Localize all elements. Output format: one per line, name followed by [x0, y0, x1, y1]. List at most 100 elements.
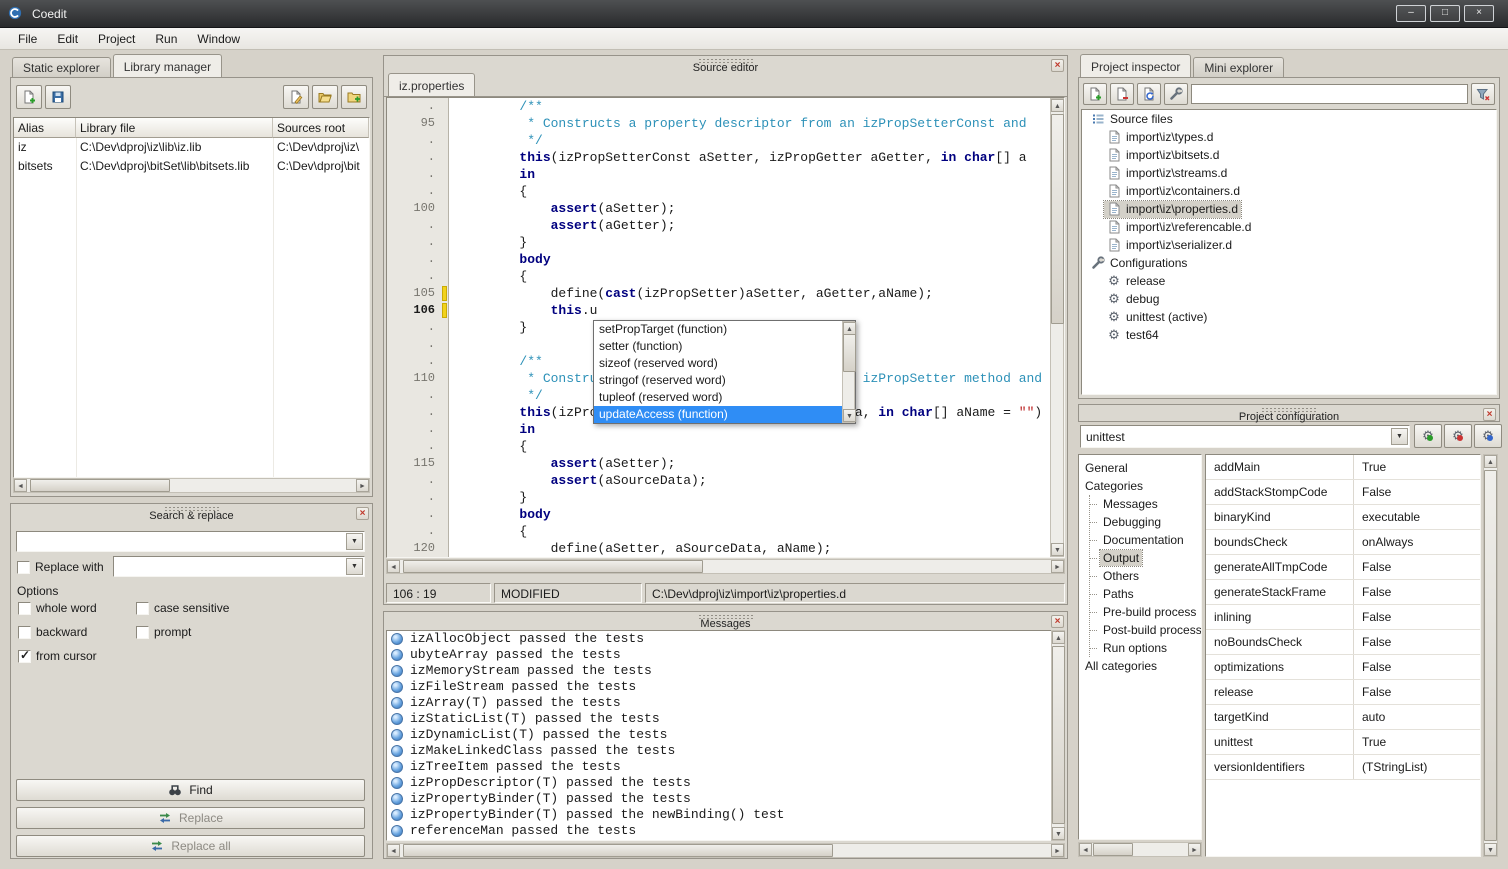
code-line[interactable]: . */	[387, 132, 1051, 149]
tree-item-import-iz-containers-d[interactable]: import\iz\containers.d	[1082, 182, 1496, 200]
category-paths[interactable]: Paths	[1090, 585, 1201, 603]
editor-vscrollbar[interactable]: ▲▼	[1050, 98, 1064, 557]
code-line[interactable]: 115 assert(aSetter);	[387, 455, 1051, 472]
property-value[interactable]: False	[1354, 480, 1480, 504]
left-tab-library-manager[interactable]: Library manager	[113, 54, 222, 77]
menu-project[interactable]: Project	[88, 29, 145, 49]
close-icon[interactable]: ×	[1051, 615, 1064, 628]
tree-item-configurations[interactable]: Configurations	[1082, 254, 1496, 272]
tree-item-import-iz-referencable-d[interactable]: import\iz\referencable.d	[1082, 218, 1496, 236]
checkbox-from-cursor[interactable]: ✓from cursor	[18, 648, 136, 664]
scroll-thumb[interactable]	[1484, 470, 1497, 841]
tab-iz-properties[interactable]: iz.properties	[388, 73, 475, 96]
gutter-cell[interactable]: .	[387, 217, 449, 234]
doc-add-button[interactable]	[16, 85, 42, 109]
property-row[interactable]: optimizationsFalse	[1206, 655, 1480, 680]
category-others[interactable]: Others	[1090, 567, 1201, 585]
code-line[interactable]: . }	[387, 234, 1051, 251]
gutter-cell[interactable]: .	[387, 438, 449, 455]
tree-item-source-files[interactable]: Source files	[1082, 110, 1496, 128]
code-line[interactable]: . body	[387, 506, 1051, 523]
property-row[interactable]: inliningFalse	[1206, 605, 1480, 630]
gutter-cell[interactable]: .	[387, 183, 449, 200]
gutter-cell[interactable]: 106	[387, 302, 449, 319]
right-tab-mini-explorer[interactable]: Mini explorer	[1193, 57, 1284, 77]
code-line[interactable]: . {	[387, 523, 1051, 540]
property-value[interactable]: (TStringList)	[1354, 755, 1480, 779]
replace-with-checkbox[interactable]: Replace with	[17, 559, 104, 575]
gutter-cell[interactable]: 115	[387, 455, 449, 472]
property-value[interactable]: False	[1354, 655, 1480, 679]
grid-vscrollbar[interactable]: ▲▼	[1483, 454, 1498, 857]
folder-add-button[interactable]	[341, 85, 367, 109]
scroll-thumb[interactable]	[843, 334, 856, 372]
wrench-button[interactable]	[1164, 83, 1188, 105]
close-icon[interactable]: ×	[1483, 408, 1496, 421]
scroll-down-icon[interactable]: ▼	[1051, 543, 1064, 556]
category-all-categories[interactable]: All categories	[1079, 657, 1201, 675]
property-row[interactable]: generateStackFrameFalse	[1206, 580, 1480, 605]
category-categories[interactable]: Categories	[1079, 477, 1201, 495]
tree-item-release[interactable]: ⚙release	[1082, 272, 1496, 290]
gutter-cell[interactable]: 105	[387, 285, 449, 302]
scroll-right-icon[interactable]: ►	[356, 479, 369, 492]
property-row[interactable]: generateAllTmpCodeFalse	[1206, 555, 1480, 580]
gutter-cell[interactable]: .	[387, 319, 449, 336]
gear-add-button[interactable]: ⚙	[1414, 424, 1442, 448]
category-documentation[interactable]: Documentation	[1090, 531, 1201, 549]
editor-hscrollbar[interactable]: ◄►	[386, 559, 1065, 574]
code-line[interactable]: . {	[387, 268, 1051, 285]
completion-item[interactable]: setPropTarget (function)	[594, 321, 842, 338]
message-row[interactable]: izMakeLinkedClass passed the tests	[387, 743, 1064, 759]
property-row[interactable]: boundsCheckonAlways	[1206, 530, 1480, 555]
left-tab-static-explorer[interactable]: Static explorer	[12, 57, 111, 77]
filter-button[interactable]	[1471, 83, 1495, 105]
configuration-selector[interactable]: unittest ▼	[1080, 425, 1410, 448]
message-row[interactable]: izArray(T) passed the tests	[387, 695, 1064, 711]
code-line[interactable]: . assert(aSourceData);	[387, 472, 1051, 489]
scroll-left-icon[interactable]: ◄	[387, 560, 400, 573]
checkbox-whole-word[interactable]: whole word	[18, 600, 136, 616]
scroll-down-icon[interactable]: ▼	[843, 409, 856, 422]
column-header-alias[interactable]: Alias	[14, 118, 76, 138]
replace-button[interactable]: Replace	[16, 807, 365, 829]
code-line[interactable]: . in	[387, 166, 1051, 183]
code-line[interactable]: . assert(aGetter);	[387, 217, 1051, 234]
scroll-thumb[interactable]	[403, 560, 703, 573]
filter-input[interactable]	[1191, 84, 1468, 104]
property-row[interactable]: binaryKindexecutable	[1206, 505, 1480, 530]
chevron-down-icon[interactable]: ▼	[346, 558, 363, 575]
completion-scrollbar[interactable]: ▲▼	[842, 321, 855, 423]
completion-item[interactable]: updateAccess (function)	[594, 406, 842, 423]
doc-refresh-button[interactable]	[1137, 83, 1161, 105]
gutter-cell[interactable]: .	[387, 404, 449, 421]
category-post-build-process[interactable]: Post-build process	[1090, 621, 1201, 639]
gutter-cell[interactable]: 95	[387, 115, 449, 132]
gutter-cell[interactable]: .	[387, 268, 449, 285]
doc-edit-button[interactable]	[283, 85, 309, 109]
property-row[interactable]: targetKindauto	[1206, 705, 1480, 730]
tree-item-import-iz-serializer-d[interactable]: import\iz\serializer.d	[1082, 236, 1496, 254]
code-line[interactable]: 100 assert(aSetter);	[387, 200, 1051, 217]
property-value[interactable]: onAlways	[1354, 530, 1480, 554]
scroll-right-icon[interactable]: ►	[1051, 844, 1064, 857]
table-row[interactable]: izC:\Dev\dproj\iz\lib\iz.libC:\Dev\dproj…	[14, 138, 369, 157]
gutter-cell[interactable]: 120	[387, 540, 449, 557]
gutter-cell[interactable]: .	[387, 353, 449, 370]
tree-item-import-iz-streams-d[interactable]: import\iz\streams.d	[1082, 164, 1496, 182]
scroll-up-icon[interactable]: ▲	[1051, 99, 1064, 112]
menu-edit[interactable]: Edit	[47, 29, 88, 49]
folder-open-button[interactable]	[312, 85, 338, 109]
category-output[interactable]: Output	[1090, 549, 1201, 567]
configuration-value[interactable]: unittest	[1081, 430, 1391, 444]
message-row[interactable]: izAllocObject passed the tests	[387, 631, 1064, 647]
scroll-up-icon[interactable]: ▲	[1052, 631, 1065, 644]
code-line[interactable]: . {	[387, 438, 1051, 455]
completion-item[interactable]: setter (function)	[594, 338, 842, 355]
right-tab-project-inspector[interactable]: Project inspector	[1080, 54, 1191, 77]
message-row[interactable]: izPropDescriptor(T) passed the tests	[387, 775, 1064, 791]
scroll-right-icon[interactable]: ►	[1188, 843, 1201, 856]
scroll-up-icon[interactable]: ▲	[1484, 455, 1497, 468]
library-hscrollbar[interactable]: ◄►	[13, 478, 370, 493]
category-messages[interactable]: Messages	[1090, 495, 1201, 513]
